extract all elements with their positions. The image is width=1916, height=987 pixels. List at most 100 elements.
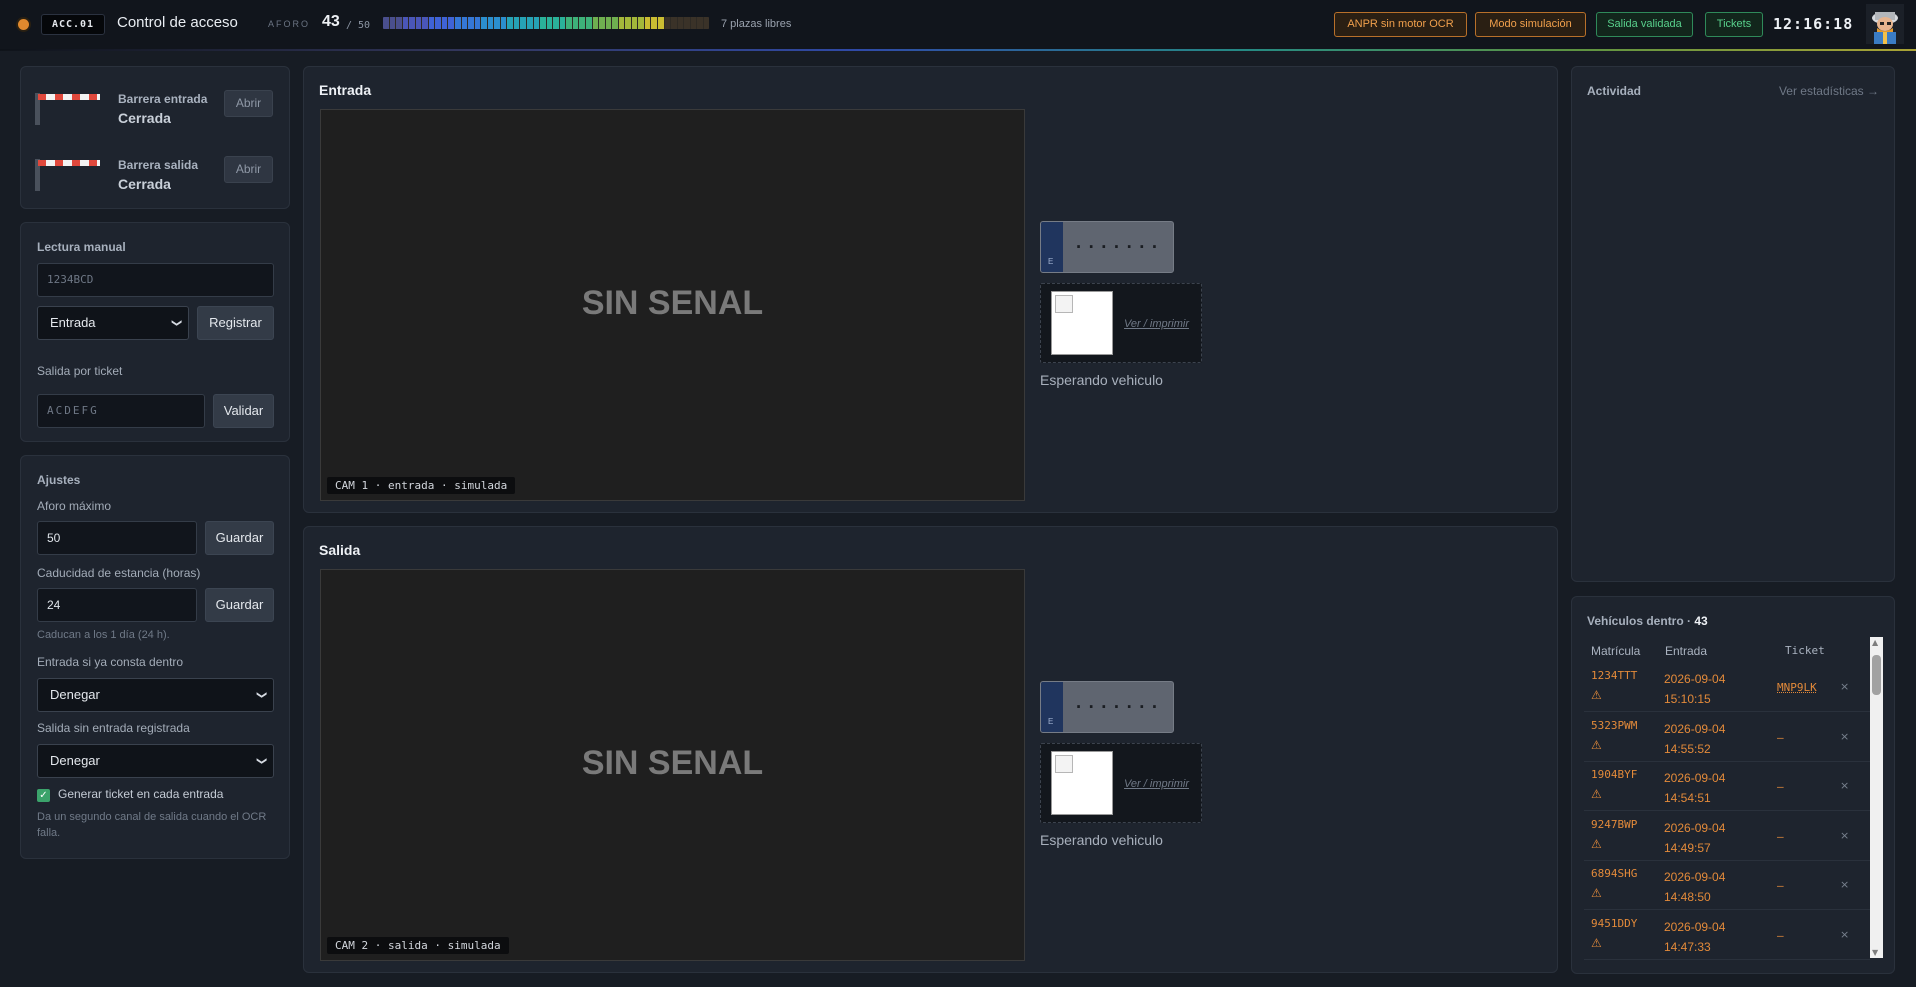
generate-ticket-label[interactable]: Generar ticket en cada entrada [58, 787, 223, 801]
scroll-thumb[interactable] [1872, 655, 1881, 695]
manual-plate-input[interactable]: 1234BCD [37, 263, 274, 297]
validate-button[interactable]: Validar [213, 394, 274, 428]
simulation-mode-chip[interactable]: Modo simulación [1475, 12, 1586, 37]
remove-vehicle-icon[interactable]: × [1840, 878, 1849, 891]
row-plate: 9247BWP [1591, 817, 1638, 831]
exit-ticket-preview: Ver / imprimir [1040, 743, 1202, 823]
exit-ticket-print-link[interactable]: Ver / imprimir [1124, 778, 1189, 790]
table-row[interactable]: 6894SHG ⚠ 2026-09-04 14:48:50 — × [1584, 861, 1870, 910]
exit-camera-feed[interactable]: SIN SENAL CAM 2 · salida · simulada [320, 569, 1025, 961]
generate-ticket-hint: Da un segundo canal de salida cuando el … [37, 811, 267, 839]
duplicate-entry-value: Denegar [50, 687, 100, 702]
entry-plate-display: E ······· [1040, 221, 1174, 273]
aforo-segment [612, 17, 618, 29]
barriers-panel: Barrera entrada Cerrada Abrir Barrera sa… [20, 66, 290, 209]
user-avatar-icon[interactable] [1866, 4, 1904, 44]
save-capacity-button[interactable]: Guardar [205, 521, 274, 555]
barrier-exit-name: Barrera salida [118, 158, 199, 172]
aforo-segment [540, 17, 546, 29]
entry-camera-feed[interactable]: SIN SENAL CAM 1 · entrada · simulada [320, 109, 1025, 501]
aforo-segment [422, 17, 428, 29]
register-button[interactable]: Registrar [197, 306, 274, 340]
chevron-down-icon: ❯ [255, 756, 267, 766]
barrier-entry-icon [35, 93, 100, 125]
table-row[interactable]: 1234TTT ⚠ 2026-09-04 15:10:15 MNP9LK × [1584, 663, 1870, 712]
exit-validated-chip[interactable]: Salida validada [1596, 12, 1693, 37]
open-exit-barrier-button[interactable]: Abrir [224, 156, 273, 183]
aforo-segment [559, 17, 566, 29]
remove-vehicle-icon[interactable]: × [1840, 680, 1849, 693]
open-entry-barrier-button[interactable]: Abrir [224, 90, 273, 117]
entry-plate-number: ······· [1073, 237, 1163, 256]
expiry-hours-input[interactable]: 24 [37, 588, 197, 622]
station-code: ACC.01 [41, 14, 105, 35]
row-entry-time: 2026-09-04 15:10:15 [1664, 672, 1726, 706]
clock: 12:16:18 [1773, 15, 1854, 33]
table-row[interactable]: 9247BWP ⚠ 2026-09-04 14:49:57 — × [1584, 812, 1870, 861]
top-bar: ACC.01 Control de acceso AFORO 43 / 50 7… [0, 0, 1916, 50]
aforo-segment [592, 17, 599, 29]
remove-vehicle-icon[interactable]: × [1840, 730, 1849, 743]
scroll-down-icon[interactable]: ▼ [1872, 948, 1878, 957]
aforo-segment [455, 17, 461, 29]
table-row[interactable]: 9451DDY ⚠ 2026-09-04 14:47:33 — × [1584, 911, 1870, 960]
aforo-segment [579, 17, 585, 29]
tickets-chip[interactable]: Tickets [1705, 12, 1763, 37]
warning-icon: ⚠ [1591, 737, 1602, 752]
aforo-segment [461, 17, 468, 29]
ticket-code-input[interactable]: ACDEFG [37, 394, 205, 428]
aforo-segment [546, 17, 553, 29]
exit-lane-panel: Salida SIN SENAL CAM 2 · salida · simula… [303, 526, 1558, 973]
activity-title: Actividad [1587, 84, 1642, 98]
scroll-up-icon[interactable]: ▲ [1872, 638, 1878, 647]
entry-lane-title: Entrada [319, 82, 372, 98]
expiry-label: Caducidad de estancia (horas) [37, 566, 201, 580]
activity-panel: Actividad Ver estadísticas → [1571, 66, 1895, 582]
manual-direction-select[interactable]: Entrada ❯ [37, 306, 189, 340]
chevron-down-icon: ❯ [255, 690, 267, 700]
vehicles-panel: Vehículos dentro · 43 Matrícula Entrada … [1571, 596, 1895, 974]
barrier-exit-state: Cerrada [118, 176, 171, 192]
save-expiry-button[interactable]: Guardar [205, 588, 274, 622]
aforo-segment [507, 17, 513, 29]
table-row[interactable]: 1904BYF ⚠ 2026-09-04 14:54:51 — × [1584, 762, 1870, 811]
generate-ticket-checkbox[interactable]: ✓ [37, 789, 50, 802]
remove-vehicle-icon[interactable]: × [1840, 928, 1849, 941]
aforo-segment [664, 17, 671, 29]
aforo-segment [684, 17, 690, 29]
aforo-segment [402, 17, 409, 29]
aforo-segment [566, 17, 572, 29]
entry-ticket-image[interactable] [1051, 291, 1113, 355]
aforo-segment [409, 17, 415, 29]
entry-ticket-print-link[interactable]: Ver / imprimir [1124, 318, 1189, 330]
row-plate: 5323PWM [1591, 718, 1638, 732]
view-stats-link[interactable]: Ver estadísticas → [1779, 84, 1879, 98]
row-ticket: — [1777, 928, 1784, 942]
table-row[interactable]: 5323PWM ⚠ 2026-09-04 14:55:52 — × [1584, 713, 1870, 762]
orphan-exit-value: Denegar [50, 753, 100, 768]
aforo-segment [487, 17, 494, 29]
aforo-segment [383, 17, 389, 29]
row-ticket: — [1777, 879, 1784, 892]
max-capacity-input[interactable]: 50 [37, 521, 197, 555]
vehicles-scrollbar[interactable]: ▲ ▼ [1870, 637, 1883, 958]
aforo-segment [533, 17, 540, 29]
column-header-entry: Entrada [1665, 644, 1708, 658]
manual-reading-title: Lectura manual [37, 240, 126, 254]
status-dot-icon [18, 19, 29, 30]
entry-camera-caption: CAM 1 · entrada · simulada [327, 477, 516, 494]
orphan-exit-select[interactable]: Denegar ❯ [37, 744, 274, 778]
aforo-segment [513, 17, 520, 29]
row-ticket[interactable]: MNP9LK [1777, 681, 1817, 694]
ticket-exit-label: Salida por ticket [37, 364, 123, 378]
exit-lane-status: Esperando vehiculo [1040, 832, 1163, 848]
remove-vehicle-icon[interactable]: × [1840, 829, 1849, 842]
aforo-segment [520, 17, 527, 29]
remove-vehicle-icon[interactable]: × [1840, 779, 1849, 792]
anpr-status-chip[interactable]: ANPR sin motor OCR [1334, 12, 1467, 37]
duplicate-entry-select[interactable]: Denegar ❯ [37, 678, 274, 712]
aforo-segment [396, 17, 402, 29]
aforo-segment [468, 17, 474, 29]
aforo-segment [638, 17, 644, 29]
exit-ticket-image[interactable] [1051, 751, 1113, 815]
